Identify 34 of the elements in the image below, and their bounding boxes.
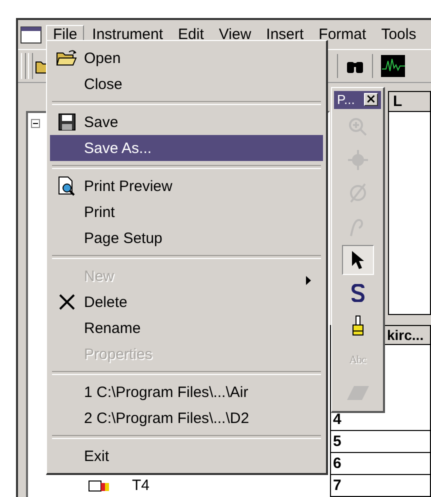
collapse-icon[interactable] <box>31 119 40 128</box>
window-icon <box>20 26 42 44</box>
close-button[interactable]: × <box>364 93 378 106</box>
row-number: 5 <box>331 431 430 453</box>
menu-item[interactable]: Print <box>50 199 323 225</box>
folder-icon <box>56 49 78 67</box>
palette-title: P... <box>337 92 355 108</box>
menu-item[interactable]: Print Preview <box>50 173 323 199</box>
menu-item[interactable]: Save <box>50 109 323 135</box>
menu-item[interactable]: Save As... <box>50 135 323 161</box>
menu-bar-item[interactable]: Insert <box>259 25 311 44</box>
menu-item[interactable]: Rename <box>50 315 323 341</box>
selected-tool-button[interactable] <box>342 244 374 276</box>
menu-bar-item[interactable]: Format <box>312 25 374 44</box>
menu-item[interactable]: Close <box>50 71 323 97</box>
menu-item[interactable]: Open <box>50 45 323 71</box>
waveform-icon[interactable] <box>381 55 405 77</box>
delete-icon <box>58 293 76 311</box>
menu-item[interactable]: Exit <box>50 443 323 469</box>
menu-bar-item[interactable]: Instrument <box>85 25 170 44</box>
menu-item[interactable]: 2 C:\Program Files\...\D2 <box>50 405 323 431</box>
row-number: 6 <box>331 453 430 475</box>
menu-item[interactable]: Delete <box>50 289 323 315</box>
column-header: L <box>389 92 430 112</box>
row-number: 7 <box>331 475 430 497</box>
menu-item[interactable]: Page Setup <box>50 225 323 251</box>
menu-bar-item[interactable]: Edit <box>171 25 211 44</box>
print-preview-icon <box>57 176 77 196</box>
tree-node-icon <box>88 480 110 492</box>
menu-item[interactable]: 1 C:\Program Files\...\Air <box>50 379 323 405</box>
menu-bar-item[interactable]: View <box>212 25 258 44</box>
tree-item[interactable]: T4 <box>132 477 150 494</box>
submenu-arrow-icon <box>306 276 311 285</box>
menu-bar-item[interactable]: Tools <box>374 25 424 44</box>
